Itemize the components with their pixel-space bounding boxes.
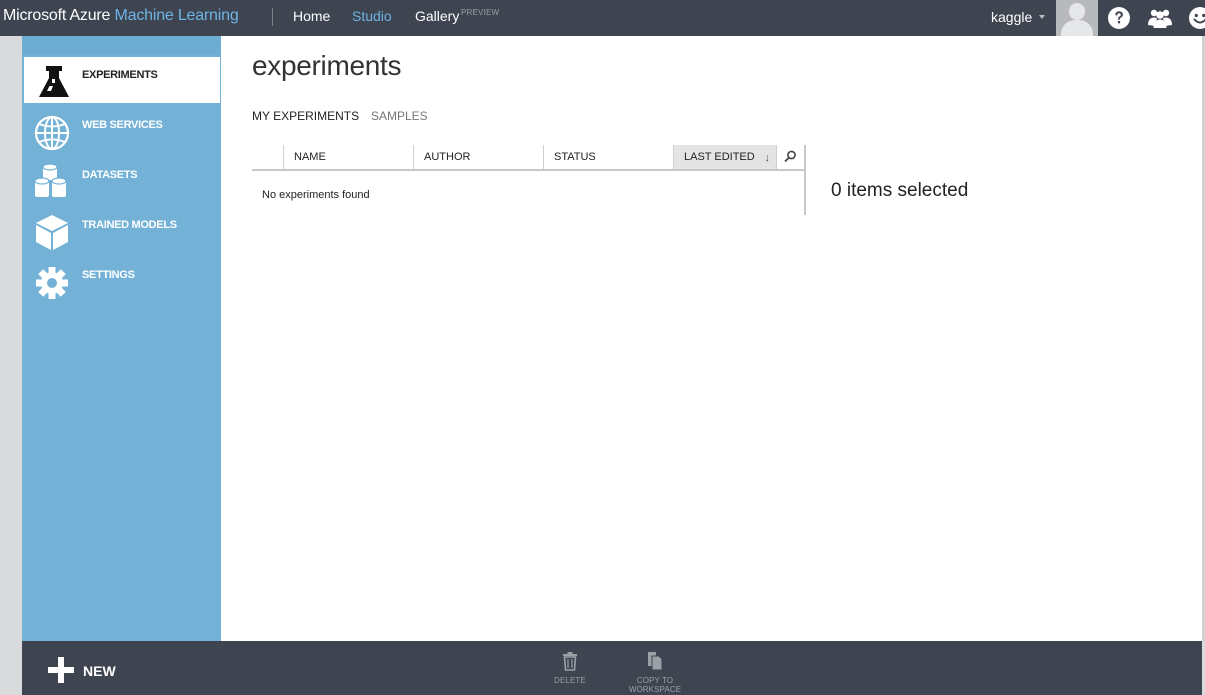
plus-icon — [48, 657, 74, 683]
table-search-button[interactable] — [776, 145, 803, 169]
brand-prefix: Microsoft Azure — [3, 7, 111, 24]
sidebar-item-label: WEB SERVICES — [82, 119, 163, 131]
new-button-label: NEW — [83, 663, 116, 679]
globe-icon — [34, 115, 70, 151]
cube-icon — [36, 215, 68, 250]
main-content: experiments MY EXPERIMENTS SAMPLES NAME … — [221, 36, 1202, 641]
sidebar-item-label: TRAINED MODELS — [82, 219, 177, 231]
empty-table-message: No experiments found — [262, 189, 370, 201]
chevron-down-icon[interactable] — [1039, 15, 1045, 19]
nav-gallery-label: Gallery — [415, 8, 460, 24]
sidebar-item-experiments[interactable]: EXPERIMENTS — [24, 57, 220, 103]
column-header-name[interactable]: NAME — [283, 145, 413, 169]
sidebar-item-label: SETTINGS — [82, 269, 135, 281]
avatar-head — [1069, 3, 1085, 20]
column-header-status[interactable]: STATUS — [543, 145, 673, 169]
sidebar-item-trained-models[interactable]: TRAINED MODELS — [22, 207, 221, 253]
sidebar-item-label: EXPERIMENTS — [82, 69, 158, 81]
copy-label-line2: WORKSPACE — [628, 685, 682, 694]
sort-descending-icon: ↓ — [764, 152, 771, 164]
community-icon[interactable] — [1146, 4, 1174, 32]
gear-icon — [36, 267, 68, 299]
selection-count: 0 items selected — [831, 180, 969, 201]
tab-my-experiments[interactable]: MY EXPERIMENTS — [252, 109, 359, 123]
sidebar-item-label: DATASETS — [82, 169, 138, 181]
sidebar-item-settings[interactable]: SETTINGS — [22, 257, 221, 303]
search-icon — [784, 150, 796, 163]
user-avatar[interactable] — [1056, 0, 1098, 36]
datasets-icon — [34, 163, 67, 197]
user-menu[interactable]: kaggle — [991, 9, 1032, 25]
help-icon[interactable] — [1105, 4, 1133, 32]
page-title: experiments — [252, 50, 402, 81]
copy-icon — [648, 652, 663, 671]
panel-divider — [804, 145, 806, 215]
top-separator — [272, 8, 273, 26]
brand-product: Machine Learning — [114, 7, 239, 24]
command-bar: NEW DELETE COPY TO WORKSPACE — [22, 641, 1202, 695]
preview-badge: PREVIEW — [461, 8, 500, 17]
nav-home[interactable]: Home — [293, 8, 330, 24]
tab-samples[interactable]: SAMPLES — [371, 109, 428, 123]
table-header: NAME AUTHOR STATUS LAST EDITED ↓ — [252, 145, 805, 171]
sidebar-item-web-services[interactable]: WEB SERVICES — [22, 107, 221, 153]
nav-gallery[interactable]: Gallery PREVIEW — [415, 8, 499, 24]
top-bar: Microsoft Azure Machine Learning Home St… — [0, 0, 1205, 36]
select-column-header[interactable] — [252, 145, 283, 169]
trash-icon — [563, 652, 577, 671]
column-header-author[interactable]: AUTHOR — [413, 145, 543, 169]
sidebar: EXPERIMENTS WEB SERVICES DATASETS TRAINE… — [22, 36, 221, 641]
delete-button[interactable]: DELETE — [550, 651, 590, 685]
copy-label-line1: COPY TO — [636, 676, 674, 685]
column-header-last-edited[interactable]: LAST EDITED ↓ — [673, 145, 776, 169]
feedback-smiley-icon[interactable] — [1186, 4, 1205, 32]
sidebar-item-datasets[interactable]: DATASETS — [22, 157, 221, 203]
column-header-label: LAST EDITED — [684, 151, 755, 163]
brand-logo[interactable]: Microsoft Azure Machine Learning — [3, 7, 239, 25]
sidebar-top-strip — [22, 36, 221, 55]
avatar-body — [1061, 20, 1093, 36]
new-button[interactable]: NEW — [48, 657, 138, 685]
flask-icon — [39, 66, 69, 97]
copy-to-workspace-button[interactable]: COPY TO WORKSPACE — [622, 651, 688, 694]
nav-studio[interactable]: Studio — [352, 8, 392, 24]
delete-label: DELETE — [554, 676, 586, 685]
